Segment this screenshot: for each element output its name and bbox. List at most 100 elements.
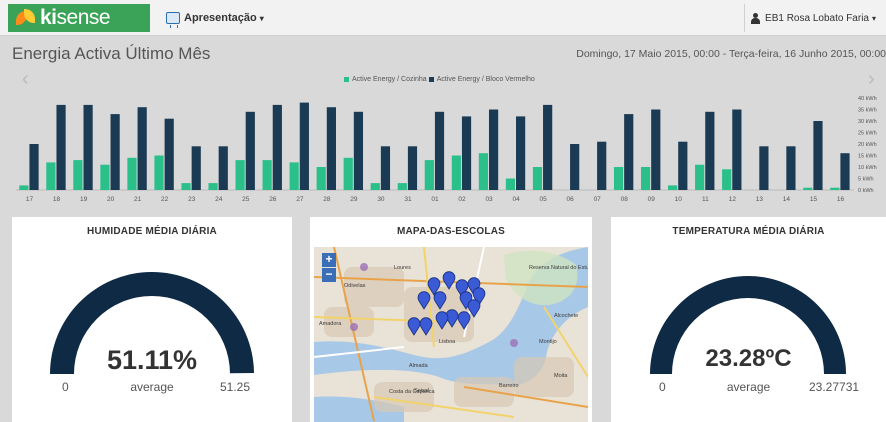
bar-bloco-vermelho[interactable]	[461, 116, 472, 190]
x-tick-label: 04	[512, 196, 520, 203]
airport-icon	[360, 263, 368, 271]
zoom-out-button[interactable]: −	[322, 268, 336, 282]
bar-cozinha[interactable]	[451, 155, 461, 191]
bar-cozinha[interactable]	[316, 167, 326, 190]
bar-bloco-vermelho[interactable]	[434, 111, 445, 190]
bar-bloco-vermelho[interactable]	[678, 141, 688, 190]
x-tick-label: 21	[134, 196, 142, 203]
bar-bloco-vermelho[interactable]	[218, 146, 228, 190]
bar-bloco-vermelho[interactable]	[137, 107, 147, 190]
bar-cozinha[interactable]	[532, 167, 543, 190]
temperature-max-label: 23.27731	[809, 380, 860, 394]
bar-cozinha[interactable]	[154, 155, 164, 191]
x-tick-label: 29	[350, 196, 358, 203]
x-tick-label: 13	[756, 196, 764, 203]
top-navbar: kisense Apresentação ▾ EB1 Rosa Lobato F…	[0, 0, 886, 36]
map-card: MAPA-DAS-ESCOLAS Reserva Natural do Estu…	[310, 217, 592, 422]
x-tick-label: 19	[80, 196, 88, 203]
bar-bloco-vermelho[interactable]	[786, 146, 796, 190]
bar-cozinha[interactable]	[613, 167, 624, 190]
user-menu-label: EB1 Rosa Lobato Faria	[765, 12, 869, 24]
bar-cozinha[interactable]	[370, 183, 380, 190]
airport-icon	[510, 339, 518, 347]
bar-bloco-vermelho[interactable]	[29, 144, 39, 190]
map-place-label: Moita	[554, 373, 568, 379]
caret-down-icon: ▾	[259, 13, 264, 23]
bar-bloco-vermelho[interactable]	[191, 146, 201, 190]
x-tick-label: 03	[485, 196, 493, 203]
bar-cozinha[interactable]	[289, 162, 299, 190]
bar-cozinha[interactable]	[803, 187, 813, 190]
bar-bloco-vermelho[interactable]	[56, 104, 66, 190]
presentation-icon	[166, 12, 180, 28]
schools-map[interactable]: Reserva Natural do Estuário do Tejo Lisbo…	[314, 247, 588, 422]
bar-cozinha[interactable]	[46, 162, 56, 190]
brand-name: kisense	[40, 6, 111, 29]
bar-bloco-vermelho[interactable]	[353, 111, 364, 190]
bar-cozinha[interactable]	[343, 157, 353, 190]
bar-bloco-vermelho[interactable]	[272, 104, 282, 190]
bar-cozinha[interactable]	[73, 160, 83, 190]
kisense-logo[interactable]: kisense	[8, 4, 150, 32]
bar-cozinha[interactable]	[262, 160, 272, 190]
bar-cozinha[interactable]	[505, 178, 516, 191]
map-place-label: Lisboa	[439, 339, 456, 345]
y-tick-label: 5 kWh	[858, 177, 874, 183]
bar-cozinha[interactable]	[19, 185, 29, 190]
bar-bloco-vermelho[interactable]	[705, 111, 715, 190]
map-place-label: Odivelas	[344, 283, 366, 289]
bar-cozinha[interactable]	[424, 160, 434, 190]
presentation-menu-button[interactable]: Apresentação ▾	[160, 6, 270, 30]
bar-bloco-vermelho[interactable]	[488, 109, 499, 191]
bar-bloco-vermelho[interactable]	[380, 146, 391, 190]
bar-bloco-vermelho[interactable]	[651, 109, 661, 191]
bar-bloco-vermelho[interactable]	[597, 141, 607, 190]
bar-bloco-vermelho[interactable]	[840, 153, 850, 190]
temperature-min-label: 0	[659, 380, 666, 394]
bar-bloco-vermelho[interactable]	[732, 109, 742, 191]
bar-cozinha[interactable]	[695, 164, 705, 190]
energy-bar-chart: 17 18 19 20 21 22 23 24 25 26 27 28 29 30 31 01 02 03 04 05…	[16, 96, 877, 203]
bar-cozinha[interactable]	[668, 185, 678, 190]
bar-bloco-vermelho[interactable]	[326, 107, 336, 190]
zoom-in-button[interactable]: +	[322, 253, 336, 267]
bar-bloco-vermelho[interactable]	[110, 114, 120, 190]
bar-cozinha[interactable]	[100, 164, 110, 190]
y-tick-label: 15 kWh	[858, 154, 877, 160]
bar-bloco-vermelho[interactable]	[407, 146, 418, 190]
bar-cozinha[interactable]	[208, 183, 218, 190]
bar-bloco-vermelho[interactable]	[759, 146, 769, 190]
energy-chart-panel: Energia Activa Último Mês Domingo, 17 Ma…	[8, 40, 886, 208]
x-tick-label: 27	[296, 196, 304, 203]
x-tick-label: 06	[567, 196, 575, 203]
map-canvas[interactable]: Reserva Natural do Estuário do Tejo Lisbo…	[314, 247, 588, 422]
bar-bloco-vermelho[interactable]	[543, 104, 553, 190]
bar-cozinha[interactable]	[640, 167, 651, 190]
bar-bloco-vermelho[interactable]	[83, 104, 93, 190]
map-place-label: Loures	[394, 265, 411, 271]
bar-bloco-vermelho[interactable]	[813, 121, 823, 190]
x-tick-label: 07	[594, 196, 602, 203]
bar-cozinha[interactable]	[235, 160, 245, 190]
user-menu-button[interactable]: EB1 Rosa Lobato Faria ▾	[744, 4, 882, 32]
temperature-value: 23.28ºC	[705, 345, 792, 372]
x-tick-label: 18	[53, 196, 61, 203]
bar-bloco-vermelho[interactable]	[245, 111, 255, 190]
x-tick-label: 16	[837, 196, 845, 203]
bar-cozinha[interactable]	[181, 183, 191, 190]
x-tick-label: 25	[242, 196, 250, 203]
bar-cozinha[interactable]	[722, 169, 732, 190]
bar-bloco-vermelho[interactable]	[570, 144, 580, 190]
x-tick-label: 10	[675, 196, 683, 203]
x-tick-label: 20	[107, 196, 115, 203]
x-tick-label: 31	[404, 196, 412, 203]
bar-cozinha[interactable]	[397, 183, 407, 190]
bar-bloco-vermelho[interactable]	[164, 118, 174, 190]
bar-bloco-vermelho[interactable]	[299, 102, 309, 190]
bar-cozinha[interactable]	[478, 153, 488, 190]
bar-cozinha[interactable]	[830, 187, 840, 190]
x-tick-label: 12	[729, 196, 737, 203]
bar-bloco-vermelho[interactable]	[516, 116, 526, 190]
bar-cozinha[interactable]	[127, 157, 137, 190]
bar-bloco-vermelho[interactable]	[624, 114, 634, 190]
